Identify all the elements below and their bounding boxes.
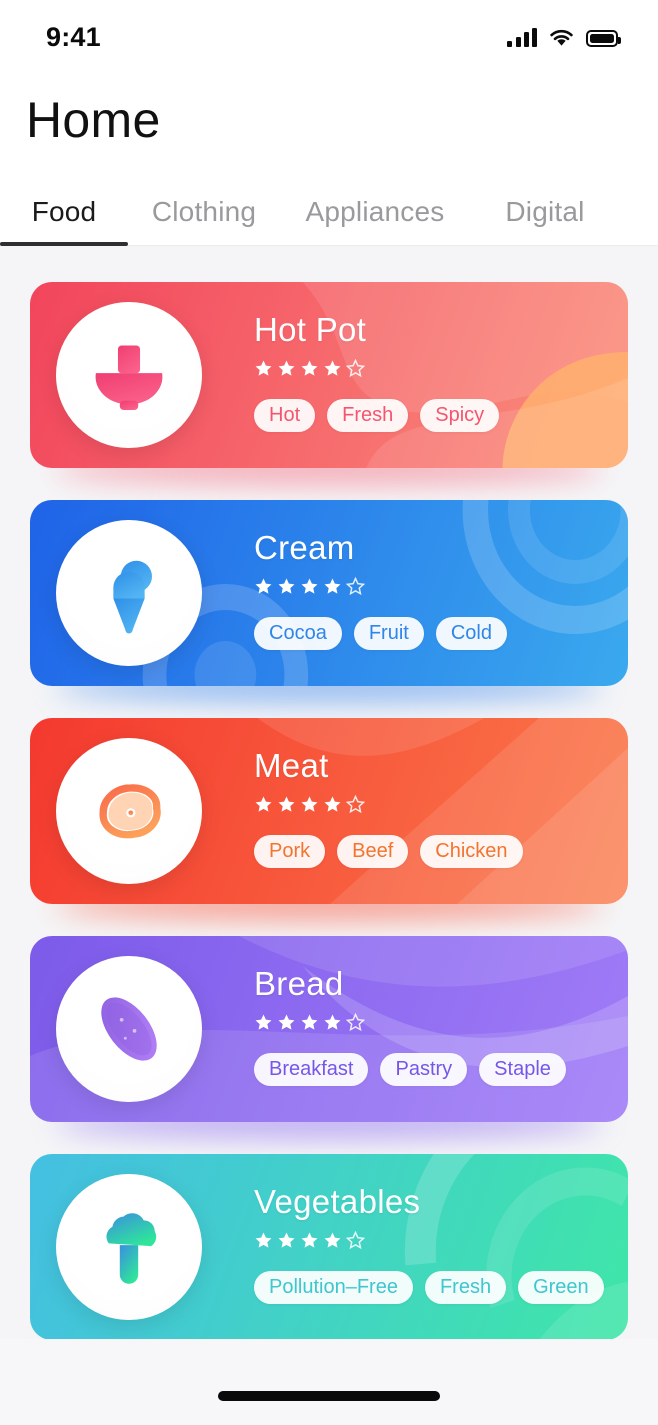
star-empty-icon — [346, 1013, 365, 1032]
card-tag[interactable]: Beef — [337, 835, 408, 868]
star-filled-icon — [277, 795, 296, 814]
star-filled-icon — [254, 795, 273, 814]
star-filled-icon — [300, 1013, 319, 1032]
star-filled-icon — [277, 577, 296, 596]
star-empty-icon — [346, 1231, 365, 1250]
tab-active-underline — [0, 242, 128, 246]
rating-stars — [254, 795, 608, 814]
card-tag-list: Pork Beef Chicken — [254, 835, 608, 868]
card-tag-list: Breakfast Pastry Staple — [254, 1053, 608, 1086]
card-surface[interactable]: Cream Cocoa Fruit Cold — [30, 500, 628, 686]
category-card-list: Hot Pot HotFreshSpicy Cream CocoaFruitCo… — [0, 246, 658, 1425]
category-card-hot-pot[interactable]: Hot Pot Hot Fresh Spicy — [0, 282, 658, 468]
card-tag[interactable]: Hot — [254, 399, 315, 432]
card-content: Hot Pot Hot Fresh Spicy — [254, 312, 608, 432]
card-tag[interactable]: Breakfast — [254, 1053, 368, 1086]
card-title: Cream — [254, 530, 608, 566]
bottom-safe-area — [0, 1339, 658, 1425]
card-tag[interactable]: Cocoa — [254, 617, 342, 650]
card-tag[interactable]: Staple — [479, 1053, 566, 1086]
wifi-icon — [548, 28, 575, 47]
card-surface[interactable]: Bread Breakfast Pastry Staple — [30, 936, 628, 1122]
star-filled-icon — [300, 795, 319, 814]
rating-stars — [254, 359, 608, 378]
card-tag[interactable]: Fruit — [354, 617, 424, 650]
star-filled-icon — [254, 577, 273, 596]
star-filled-icon — [277, 1231, 296, 1250]
card-tag[interactable]: Fresh — [425, 1271, 506, 1304]
star-filled-icon — [300, 359, 319, 378]
star-empty-icon — [346, 359, 365, 378]
star-filled-icon — [254, 1231, 273, 1250]
card-tag[interactable]: Chicken — [420, 835, 522, 868]
card-tag[interactable]: Pork — [254, 835, 325, 868]
category-card-vegetables[interactable]: Vegetables Pollution–Free Fresh Green — [0, 1154, 658, 1340]
card-title: Vegetables — [254, 1184, 608, 1220]
status-bar: 9:41 — [0, 0, 658, 74]
card-tag[interactable]: Cold — [436, 617, 507, 650]
star-filled-icon — [323, 577, 342, 596]
rating-stars — [254, 1013, 608, 1032]
ice-cream-icon — [56, 520, 202, 666]
home-indicator[interactable] — [218, 1391, 440, 1401]
category-tabs: Food Clothing Appliances Digital — [0, 170, 658, 246]
tab-appliances[interactable]: Appliances — [280, 196, 470, 246]
star-filled-icon — [254, 359, 273, 378]
page-title: Home — [0, 74, 658, 150]
star-filled-icon — [277, 1013, 296, 1032]
status-bar-clock: 9:41 — [46, 22, 101, 53]
card-content: Cream Cocoa Fruit Cold — [254, 530, 608, 650]
card-title: Meat — [254, 748, 608, 784]
star-filled-icon — [323, 795, 342, 814]
category-card-bread[interactable]: Bread Breakfast Pastry Staple — [0, 936, 658, 1122]
star-filled-icon — [300, 577, 319, 596]
bread-loaf-icon — [56, 956, 202, 1102]
card-tag[interactable]: Spicy — [420, 399, 499, 432]
phone-screen: 9:41 Home Food Clothing Appliances Digit… — [0, 0, 658, 1425]
rating-stars — [254, 1231, 608, 1250]
star-filled-icon — [300, 1231, 319, 1250]
broccoli-icon — [56, 1174, 202, 1320]
card-tag[interactable]: Green — [518, 1271, 604, 1304]
card-tag[interactable]: Pollution–Free — [254, 1271, 413, 1304]
hot-pot-icon — [56, 302, 202, 448]
card-tag-list: Hot Fresh Spicy — [254, 399, 608, 432]
star-filled-icon — [254, 1013, 273, 1032]
star-empty-icon — [346, 795, 365, 814]
tab-clothing[interactable]: Clothing — [128, 196, 280, 246]
card-content: Vegetables Pollution–Free Fresh Green — [254, 1184, 608, 1304]
battery-full-icon — [586, 30, 618, 47]
category-card-meat[interactable]: Meat Pork Beef Chicken — [0, 718, 658, 904]
tab-digital[interactable]: Digital — [470, 196, 620, 246]
card-tag-list: Pollution–Free Fresh Green — [254, 1271, 608, 1304]
card-tag[interactable]: Fresh — [327, 399, 408, 432]
card-content: Bread Breakfast Pastry Staple — [254, 966, 608, 1086]
card-title: Hot Pot — [254, 312, 608, 348]
card-surface[interactable]: Meat Pork Beef Chicken — [30, 718, 628, 904]
status-bar-icons — [507, 28, 618, 47]
card-tag-list: Cocoa Fruit Cold — [254, 617, 608, 650]
star-filled-icon — [323, 1231, 342, 1250]
card-tag[interactable]: Pastry — [380, 1053, 467, 1086]
card-title: Bread — [254, 966, 608, 1002]
rating-stars — [254, 577, 608, 596]
tab-food[interactable]: Food — [0, 196, 128, 246]
category-card-cream[interactable]: Cream Cocoa Fruit Cold — [0, 500, 658, 686]
cellular-signal-icon — [507, 28, 537, 47]
steak-icon — [56, 738, 202, 884]
card-surface[interactable]: Vegetables Pollution–Free Fresh Green — [30, 1154, 628, 1340]
card-content: Meat Pork Beef Chicken — [254, 748, 608, 868]
star-filled-icon — [277, 359, 296, 378]
star-empty-icon — [346, 577, 365, 596]
card-surface[interactable]: Hot Pot Hot Fresh Spicy — [30, 282, 628, 468]
star-filled-icon — [323, 359, 342, 378]
star-filled-icon — [323, 1013, 342, 1032]
